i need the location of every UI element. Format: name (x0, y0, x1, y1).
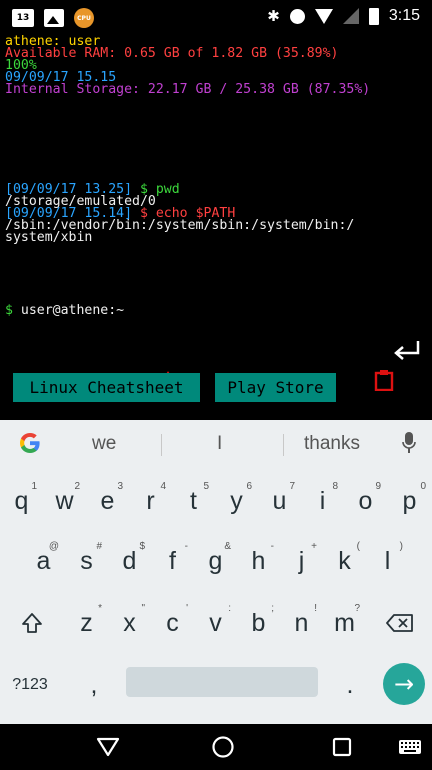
key-x[interactable]: x " (108, 596, 151, 650)
key-b[interactable]: b; (237, 596, 280, 650)
wifi-icon (314, 8, 333, 24)
key-m[interactable]: m? (323, 596, 366, 650)
backspace-key[interactable] (368, 596, 432, 650)
terminal-view[interactable]: athene: user Available RAM: 0.65 GB of 1… (0, 35, 432, 391)
comma-key[interactable]: , (72, 658, 116, 712)
navigation-bar (0, 724, 432, 770)
home-button[interactable] (207, 732, 239, 762)
terminal-output: system/xbin (5, 230, 93, 245)
clock: 3:15 (388, 7, 420, 24)
suggestion-divider (161, 434, 162, 456)
key-l[interactable]: l) (366, 534, 409, 588)
home-circle-icon (212, 736, 234, 758)
prompt-text: user@athene:~ (12, 303, 125, 318)
keyboard-switch-button[interactable] (394, 732, 426, 762)
back-button[interactable] (92, 732, 124, 762)
clipboard-icon (374, 370, 394, 391)
back-triangle-icon (96, 737, 120, 757)
suggestion-divider (283, 434, 284, 456)
key-y[interactable]: y6 (215, 474, 258, 528)
shift-icon (22, 613, 42, 633)
recents-square-icon (332, 737, 352, 757)
key-c[interactable]: c ' (151, 596, 194, 650)
key-s[interactable]: s # (65, 534, 108, 588)
battery-icon (368, 7, 379, 25)
key-a[interactable]: a @ (22, 534, 65, 588)
key-w[interactable]: w2 (43, 474, 86, 528)
keyboard: we I thanks q1 w2 e3 r4 t5 y6 u7 i8 o9 p… (0, 420, 432, 724)
key-i[interactable]: i8 (301, 474, 344, 528)
suggestion-item[interactable]: thanks (304, 433, 360, 455)
recents-button[interactable] (326, 732, 358, 762)
enter-return-icon[interactable] (392, 339, 422, 363)
keyboard-enter-button[interactable]: → (383, 663, 425, 705)
key-r[interactable]: r4 (129, 474, 172, 528)
status-bar: 13 CPU ✱ 3:15 (0, 0, 432, 36)
suggestion-item[interactable]: we (92, 433, 116, 455)
terminal-line: Internal Storage: 22.17 GB / 25.38 GB (8… (5, 82, 371, 97)
prompt-symbol: $ (5, 303, 13, 318)
period-key[interactable]: . (328, 658, 372, 712)
key-t[interactable]: t5 (172, 474, 215, 528)
key-h[interactable]: h- (237, 534, 280, 588)
key-n[interactable]: n! (280, 596, 323, 650)
key-u[interactable]: u7 (258, 474, 301, 528)
terminal-line: Available RAM: 0.65 GB of 1.82 GB (35.89… (5, 46, 339, 61)
clipboard-key[interactable] (364, 364, 404, 396)
terminal-prompt: $ user@athene:~ (5, 303, 125, 318)
symbols-key[interactable]: ?123 (0, 658, 60, 712)
key-e[interactable]: e3 (86, 474, 129, 528)
dnd-icon (289, 8, 305, 24)
key-f[interactable]: f- (151, 534, 194, 588)
key-q[interactable]: q1 (0, 474, 43, 528)
backspace-icon (386, 614, 413, 632)
key-v[interactable]: v: (194, 596, 237, 650)
key-k[interactable]: k( (323, 534, 366, 588)
bluetooth-icon: ✱ (267, 7, 280, 25)
key-z[interactable]: z * (65, 596, 108, 650)
google-icon[interactable] (18, 431, 42, 455)
suggestion-item[interactable]: I (217, 433, 222, 455)
key-o[interactable]: o9 (344, 474, 387, 528)
key-d[interactable]: d $ (108, 534, 151, 588)
image-notification-icon (44, 9, 64, 27)
suggestion-bar: we I thanks (0, 420, 432, 467)
cpu-notification-icon: CPU (74, 8, 94, 28)
microphone-icon[interactable] (402, 432, 416, 454)
key-p[interactable]: p0 (387, 474, 432, 528)
signal-icon (342, 8, 359, 24)
keyboard-icon (399, 740, 421, 754)
linux-cheatsheet-button[interactable]: Linux Cheatsheet (13, 373, 200, 402)
notification-badge-icon: 13 (12, 9, 34, 27)
key-j[interactable]: j + (280, 534, 323, 588)
play-store-button[interactable]: Play Store (215, 373, 336, 402)
key-g[interactable]: g & (194, 534, 237, 588)
shift-key[interactable] (0, 596, 64, 650)
space-bar[interactable] (126, 667, 318, 697)
